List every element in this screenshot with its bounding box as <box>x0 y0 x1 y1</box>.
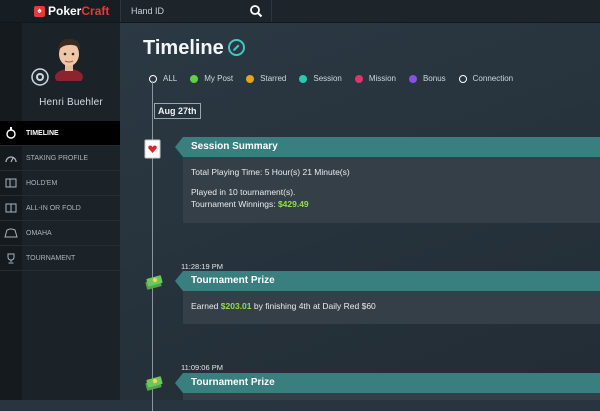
tournament-prize-header[interactable]: Tournament Prize <box>183 373 600 393</box>
filter-dot <box>354 74 363 83</box>
money-stack-icon <box>145 275 163 290</box>
sidebar-item-label: STAKING PROFILE <box>26 154 89 162</box>
sidebar-item-label: HOLD'EM <box>26 179 58 187</box>
filter-label: Session <box>313 74 342 83</box>
spade-logo-icon: ♠ <box>34 5 45 17</box>
winnings-label: Tournament Winnings: <box>191 199 278 209</box>
tournaments-played: Played in 10 tournament(s). <box>191 187 296 197</box>
sidebar-item-label: TOURNAMENT <box>26 254 76 262</box>
total-playing-time: Total Playing Time: 5 Hour(s) 21 Minute(… <box>191 167 350 177</box>
money-stack-icon <box>145 376 163 391</box>
filter-label: Connection <box>472 74 514 83</box>
edit-post-button[interactable] <box>228 39 245 56</box>
tournament-prize-header[interactable]: Tournament Prize <box>183 271 600 291</box>
filter-dot <box>299 74 308 83</box>
hand-id-search <box>120 0 272 22</box>
date-badge: Aug 27th <box>154 103 201 119</box>
filter-all-radio <box>149 74 157 83</box>
brand-logo[interactable]: ♠ Poker Craft <box>0 0 120 22</box>
stopwatch-icon <box>0 121 22 145</box>
filter-mission[interactable]: Mission <box>354 74 396 83</box>
session-summary-header[interactable]: Session Summary <box>183 137 600 157</box>
filter-starred[interactable]: Starred <box>246 74 286 83</box>
omaha-cards-icon <box>0 221 22 245</box>
sidebar-item-holdem[interactable]: HOLD'EM <box>0 171 120 196</box>
gauge-icon <box>0 146 22 170</box>
sidebar-item-label: ALL-IN OR FOLD <box>26 204 81 212</box>
heart-card-icon <box>144 139 161 159</box>
filter-dot <box>190 74 199 83</box>
sidebar-item-staking-profile[interactable]: STAKING PROFILE <box>0 146 120 171</box>
filter-label: Bonus <box>422 74 446 83</box>
filter-label: My Post <box>204 74 234 83</box>
timeline-filters: ALL My Post Starred Session Mission Bonu… <box>149 74 526 83</box>
hand-id-input[interactable] <box>131 3 241 19</box>
card-arrow <box>175 271 183 291</box>
username: Henri Buehler <box>39 97 103 108</box>
pencil-icon <box>233 44 240 51</box>
filter-bonus[interactable]: Bonus <box>408 74 446 83</box>
user-avatar[interactable] <box>50 33 88 81</box>
sidebar-item-all-in-or-fold[interactable]: ALL-IN OR FOLD <box>0 196 120 221</box>
top-bar: ♠ Poker Craft <box>0 0 600 23</box>
tournament-prize-body: Earned $203.01 by finishing 4th at Daily… <box>183 291 600 324</box>
sidebar-item-omaha[interactable]: OMAHA <box>0 221 120 246</box>
sidebar-nav: TIMELINE STAKING PROFILE HOLD'EM ALL-IN … <box>0 121 120 271</box>
filter-all[interactable]: ALL <box>149 74 177 83</box>
filter-label: Starred <box>260 74 287 83</box>
winnings-amount: $429.49 <box>277 199 309 209</box>
brand-name-craft: Craft <box>81 4 110 18</box>
filter-dot <box>246 74 255 83</box>
tournament-winnings: Tournament Winnings: $429.49 <box>191 198 592 210</box>
all-in-cards-icon <box>0 196 22 220</box>
card-arrow <box>175 373 183 393</box>
search-icon[interactable] <box>249 4 263 18</box>
sidebar: Henri Buehler TIMELINE STAKING PROFILE H… <box>0 23 120 400</box>
prize-amount: $203.01 <box>220 301 252 311</box>
sidebar-item-timeline[interactable]: TIMELINE <box>0 121 120 146</box>
filter-connection[interactable]: Connection <box>458 74 514 83</box>
filter-session[interactable]: Session <box>299 74 342 83</box>
brand-name-poker: Poker <box>48 4 82 18</box>
cards-icon <box>0 171 22 195</box>
trophy-icon <box>0 246 22 270</box>
timeline-line <box>152 81 153 411</box>
prize-text-prefix: Earned <box>191 301 221 311</box>
sidebar-item-label: TIMELINE <box>26 129 59 137</box>
filter-dot <box>458 74 467 83</box>
filter-label: Mission <box>368 74 396 83</box>
event-timestamp: 11:09:06 PM <box>181 363 223 372</box>
tournament-prize-body <box>183 393 600 400</box>
filter-dot <box>408 74 417 83</box>
filter-my-post[interactable]: My Post <box>190 74 233 83</box>
event-timestamp: 11:28:19 PM <box>181 262 223 271</box>
prize-description: Earned $203.01 by finishing 4th at Daily… <box>191 300 592 312</box>
poker-chip-icon <box>31 68 49 86</box>
session-summary-body: Total Playing Time: 5 Hour(s) 21 Minute(… <box>183 157 600 223</box>
sidebar-item-label: OMAHA <box>26 229 52 237</box>
main-content: Timeline ALL My Post Starred Session Mis… <box>120 23 600 411</box>
filter-label: ALL <box>163 74 178 83</box>
page-title: Timeline <box>143 37 224 59</box>
prize-text-suffix: by finishing 4th at Daily Red $60 <box>251 301 376 311</box>
card-arrow <box>175 137 183 157</box>
sidebar-item-tournament[interactable]: TOURNAMENT <box>0 246 120 271</box>
